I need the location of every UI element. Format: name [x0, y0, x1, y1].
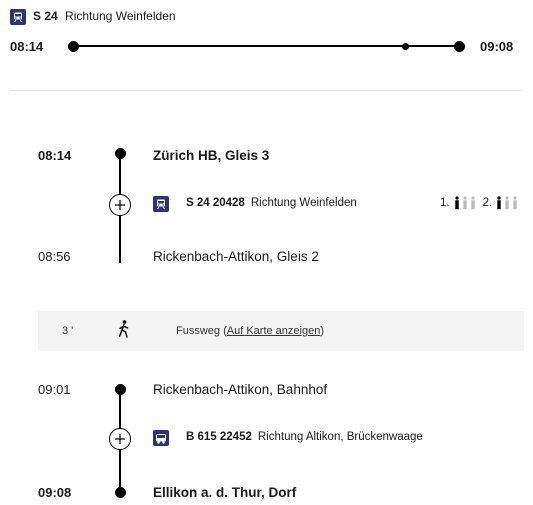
- stop-time-departure: 09:01: [38, 382, 71, 397]
- service-direction: Richtung Altikon, Brückenwaage: [257, 431, 423, 443]
- service-info: S 24 20428 Richtung Weinfelden: [186, 197, 357, 209]
- expand-stops-button[interactable]: [109, 428, 131, 450]
- summary-arrival-time: 09:08: [480, 39, 514, 54]
- stop-name-departure: Zürich HB, Gleis 3: [153, 148, 270, 163]
- occupancy-first-class-icon: [454, 196, 475, 210]
- occupancy-indicator: 1. 2.: [440, 196, 519, 210]
- stop-time-arrival: 08:56: [38, 249, 71, 264]
- walk-duration: 3 ': [62, 325, 74, 337]
- expand-stops-button[interactable]: [109, 194, 131, 216]
- show-on-map-link[interactable]: Auf Karte anzeigen: [227, 325, 321, 337]
- summary-track: [74, 45, 458, 47]
- service-number: B 615 22452: [186, 431, 252, 443]
- train-icon: [10, 9, 26, 25]
- bus-icon: [153, 430, 169, 446]
- walk-description: Fussweg (Auf Karte anzeigen): [176, 325, 324, 337]
- header-direction: Richtung Weinfelden: [65, 9, 176, 23]
- plus-icon: [115, 200, 125, 210]
- divider: [10, 90, 522, 91]
- walk-label: Fussweg: [176, 325, 221, 337]
- service-direction: Richtung Weinfelden: [250, 197, 357, 209]
- summary-change-dot: [402, 43, 409, 50]
- stop-name-departure: Rickenbach-Attikon, Bahnhof: [153, 382, 328, 397]
- summary-end-dot: [454, 41, 465, 52]
- train-icon: [153, 196, 169, 212]
- plus-icon: [115, 434, 125, 444]
- service-info: B 615 22452 Richtung Altikon, Brückenwaa…: [186, 431, 423, 443]
- occupancy-second-class-icon: [497, 196, 517, 210]
- stop-name-arrival: Rickenbach-Attikon, Gleis 2: [153, 249, 319, 264]
- header-connection: S 24 Richtung Weinfelden: [33, 9, 176, 23]
- occupancy-second-class-label: 2.: [482, 197, 493, 209]
- stop-time-arrival: 09:08: [38, 485, 72, 500]
- stop-name-arrival: Ellikon a. d. Thur, Dorf: [153, 485, 297, 500]
- service-number: S 24 20428: [186, 197, 245, 209]
- stop-dot: [115, 487, 126, 498]
- walk-close-paren: ): [320, 325, 325, 337]
- stop-time-departure: 08:14: [38, 148, 72, 163]
- walking-icon: [117, 320, 131, 343]
- summary-departure-time: 08:14: [10, 39, 44, 54]
- occupancy-first-class-label: 1.: [440, 197, 450, 209]
- header-line-number: S 24: [33, 9, 58, 23]
